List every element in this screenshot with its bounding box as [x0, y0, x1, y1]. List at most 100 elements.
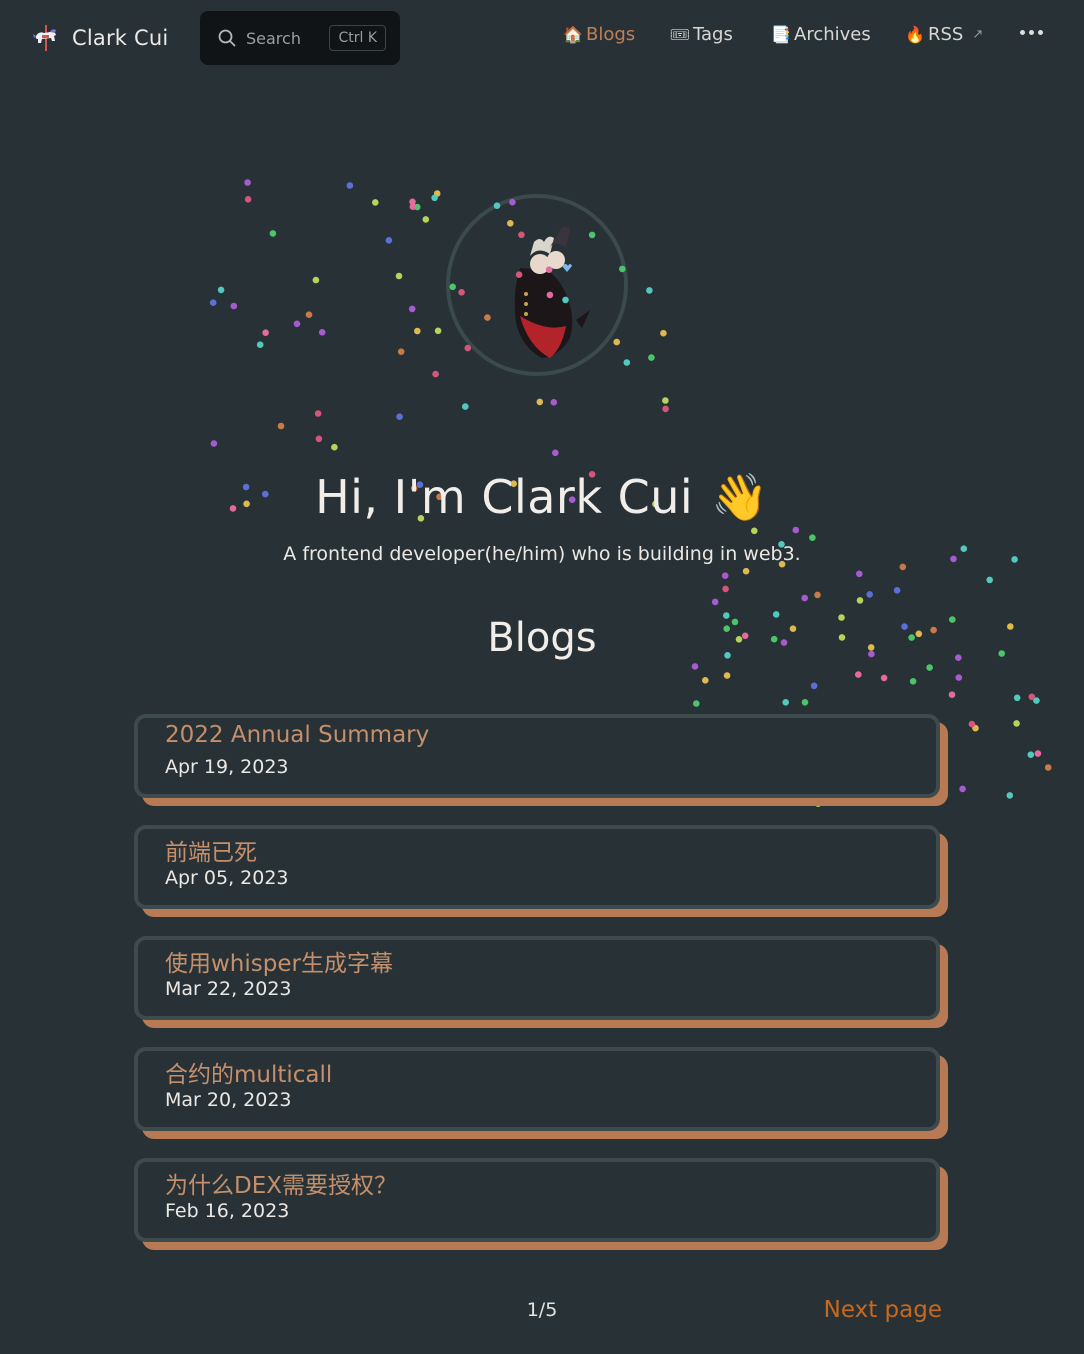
confetti-dot	[431, 194, 438, 202]
post-date: Mar 20, 2023	[165, 1089, 292, 1111]
confetti-dot	[613, 338, 620, 346]
post-date: Apr 19, 2023	[165, 756, 289, 778]
confetti-dot	[269, 230, 277, 237]
confetti-dot	[318, 329, 326, 336]
post-title: 合约的multicall	[165, 1062, 333, 1088]
confetti-dot	[814, 591, 821, 599]
hero-title-text: Hi, I'm Clark Cui	[315, 470, 694, 524]
confetti-dot	[880, 674, 888, 682]
post-date: Feb 16, 2023	[165, 1200, 290, 1222]
confetti-dot	[385, 237, 393, 244]
confetti-dot	[314, 410, 322, 417]
confetti-dot	[331, 443, 338, 451]
confetti-dot	[262, 329, 269, 337]
confetti-dot	[660, 329, 667, 337]
confetti-dot	[809, 534, 816, 541]
confetti-dot	[751, 527, 758, 535]
confetti-dot	[1013, 720, 1020, 727]
confetti-dot	[723, 672, 731, 679]
nav-item-tags[interactable]: 🎟 Tags	[670, 24, 733, 45]
nav-item-blogs[interactable]: 🏠 Blogs	[563, 24, 635, 45]
confetti-dot	[1034, 750, 1042, 757]
confetti-dot	[395, 272, 403, 280]
confetti-dot	[536, 398, 544, 406]
post-title: 前端已死	[165, 840, 257, 866]
confetti-dot	[948, 691, 956, 698]
confetti-dot	[721, 572, 729, 579]
post-card[interactable]: 为什么DEX需要授权？ Feb 16, 2023	[134, 1158, 940, 1242]
confetti-dot	[856, 597, 864, 604]
confetti-dot	[1013, 694, 1021, 702]
post-title: 2022 Annual Summary	[165, 722, 430, 748]
confetti-dot	[397, 348, 405, 356]
section-title: Blogs	[487, 615, 597, 661]
more-horizontal-icon[interactable]	[1018, 26, 1045, 39]
confetti-dot	[856, 570, 863, 578]
confetti-dot	[810, 682, 818, 690]
confetti-dot	[346, 182, 354, 189]
post-date: Apr 05, 2023	[165, 867, 289, 889]
confetti-dot	[646, 287, 653, 294]
confetti-dot	[1044, 764, 1052, 771]
hero-heading: Hi, I'm Clark Cui 👋	[0, 470, 1084, 525]
confetti-dot	[691, 663, 699, 670]
confetti-dot	[801, 594, 808, 602]
next-page-link[interactable]: Next page	[824, 1297, 942, 1323]
confetti-dot	[968, 720, 976, 728]
confetti-dot	[662, 405, 669, 413]
confetti-dot	[422, 216, 430, 223]
avatar	[446, 194, 628, 376]
confetti-dot	[1028, 693, 1036, 701]
nav-item-label: Tags	[693, 24, 733, 45]
confetti-dot	[972, 724, 979, 732]
confetti-dot	[782, 699, 789, 706]
confetti-dot	[244, 179, 251, 186]
confetti-dot	[312, 276, 320, 284]
nav-item-label: Archives	[794, 24, 871, 45]
confetti-dot	[305, 311, 313, 319]
confetti-dot	[792, 526, 800, 534]
confetti-dot	[893, 587, 901, 594]
confetti-dot	[396, 413, 403, 421]
confetti-dot	[293, 320, 301, 328]
confetti-dot	[244, 196, 252, 203]
confetti-dot	[662, 397, 669, 404]
post-title: 为什么DEX需要授权？	[165, 1173, 397, 1199]
confetti-dot	[210, 440, 218, 447]
confetti-dot	[372, 199, 379, 206]
confetti-dot	[955, 674, 963, 681]
confetti-dot	[230, 302, 238, 310]
confetti-dot	[256, 341, 264, 349]
post-card[interactable]: 前端已死 Apr 05, 2023	[134, 825, 940, 909]
confetti-dot	[408, 305, 416, 313]
post-title: 使用whisper生成字幕	[165, 951, 393, 977]
confetti-dot	[414, 327, 421, 335]
nav-item-rss[interactable]: 🔥 RSS ↗	[905, 24, 983, 45]
nav-item-label: Blogs	[586, 24, 636, 45]
post-card[interactable]: 使用whisper生成字幕 Mar 22, 2023	[134, 936, 940, 1020]
confetti-dot	[855, 671, 862, 678]
confetti-dot	[986, 576, 993, 584]
confetti-dot	[623, 359, 631, 366]
confetti-dot	[550, 399, 558, 406]
confetti-dot	[1033, 697, 1040, 704]
confetti-dot	[801, 699, 809, 706]
confetti-dot	[277, 422, 285, 430]
fire-icon: 🔥	[905, 25, 925, 44]
confetti-dot	[814, 800, 822, 807]
confetti-dot	[693, 700, 700, 707]
confetti-dot	[648, 354, 655, 361]
post-card[interactable]: 合约的multicall Mar 20, 2023	[134, 1047, 940, 1131]
confetti-dot	[413, 203, 421, 211]
post-card[interactable]: 2022 Annual Summary Apr 19, 2023	[134, 714, 940, 798]
confetti-dot	[434, 327, 442, 335]
ticket-icon: 🎟	[669, 25, 691, 44]
site-header: Clark Cui Search Ctrl K 🏠 Blogs 🎟 Tags 📑…	[0, 0, 1084, 76]
avatar-illustration	[450, 198, 624, 372]
confetti-dot	[217, 286, 225, 294]
confetti-dot	[909, 678, 917, 685]
confetti-dot	[722, 585, 729, 593]
confetti-dot	[409, 198, 416, 206]
nav-item-archives[interactable]: 📑 Archives	[771, 24, 871, 45]
hero-subtitle: A frontend developer(he/him) who is buil…	[283, 543, 801, 565]
